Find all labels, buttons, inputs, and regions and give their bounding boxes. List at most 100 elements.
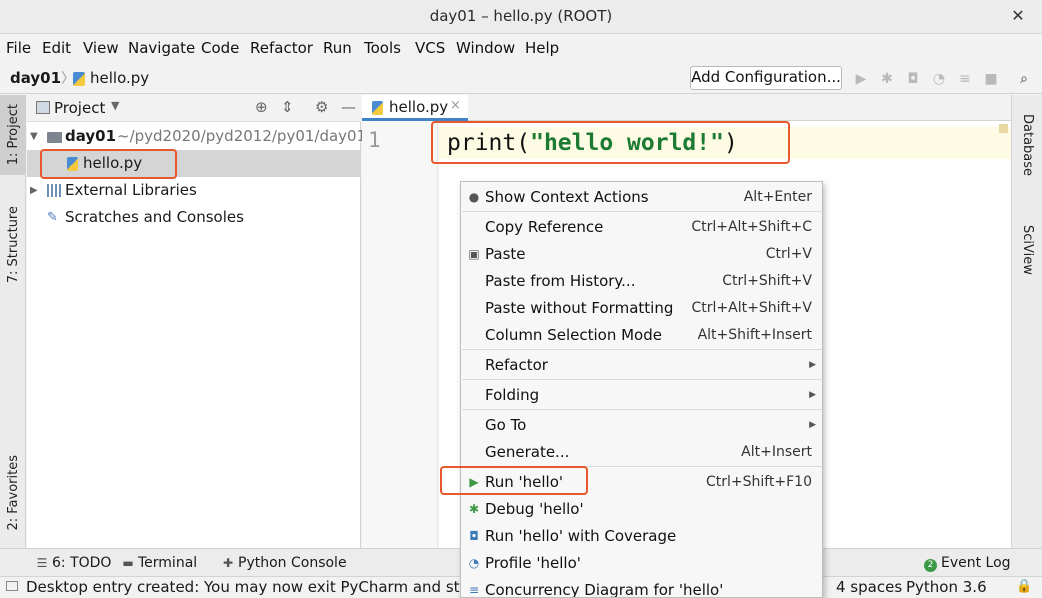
hide-icon[interactable]: — [341,98,356,116]
menu-item-label: Show Context Actions [485,188,649,206]
menu-item-go-to[interactable]: Go To ▶ [461,412,822,439]
breadcrumb-file[interactable]: hello.py [90,69,149,87]
debug-icon: ✱ [468,502,480,516]
todo-tool-button[interactable]: ☰ 6: TODO [36,555,112,571]
editor-gutter: 1 [362,121,438,548]
menu-item-copy-reference[interactable]: Copy Reference Ctrl+Alt+Shift+C [461,214,822,241]
python-interpreter[interactable]: Python 3.6 [906,578,987,596]
menu-window[interactable]: Window [456,39,515,57]
breadcrumb-project[interactable]: day01 [10,69,61,87]
project-panel-header: Project ▼ ⊕ ⇕ ⚙ — [27,95,361,122]
tool-tab-project[interactable]: 1: Project [0,95,26,175]
python-console-tool-button[interactable]: ✚ Python Console [222,555,347,571]
tree-item-external-libraries[interactable]: ▶ External Libraries [27,177,361,204]
inspection-marker[interactable] [999,124,1008,133]
menu-item-label: Profile 'hello' [485,554,581,572]
event-log-tool-button[interactable]: 2 Event Log [924,555,1011,572]
menu-item-concurrency-diagram[interactable]: ≡ Concurrency Diagram for 'hello' [461,577,822,598]
terminal-tool-button[interactable]: ▬ Terminal [122,555,197,571]
menu-item-generate[interactable]: Generate... Alt+Insert [461,439,822,466]
menu-vcs[interactable]: VCS [415,39,445,57]
menu-item-shortcut: Ctrl+Shift+V [722,273,812,289]
lock-icon[interactable]: 🔒 [1016,579,1032,594]
menu-item-paste[interactable]: ▣ Paste Ctrl+V [461,241,822,268]
menu-item-label: Concurrency Diagram for 'hello' [485,581,724,598]
menu-item-profile-hello[interactable]: ◔ Profile 'hello' [461,550,822,577]
collapse-all-icon[interactable]: ⇕ [281,98,294,116]
menu-item-label: Paste without Formatting [485,299,674,317]
chevron-down-icon[interactable]: ▼ [111,99,119,112]
project-view-icon [36,101,50,114]
editor-tab-bar: hello.py × [362,95,1011,121]
highlight-box-run [440,466,588,495]
menu-item-column-selection-mode[interactable]: Column Selection Mode Alt+Shift+Insert [461,322,822,349]
bulb-icon: ● [468,190,480,204]
gear-icon[interactable]: ⚙ [315,98,328,116]
window-title: day01 – hello.py (ROOT) [429,7,613,25]
menu-item-label: Debug 'hello' [485,500,584,518]
menu-item-folding[interactable]: Folding ▶ [461,382,822,409]
root-folder-name: day01 [65,127,117,145]
highlight-box-code [431,121,790,164]
menu-file[interactable]: File [6,39,31,57]
expanded-arrow-icon[interactable]: ▼ [30,123,38,150]
menu-item-refactor[interactable]: Refactor ▶ [461,352,822,379]
collapsed-arrow-icon[interactable]: ▶ [30,177,38,204]
tool-tab-sciview[interactable]: SciView [1012,215,1042,285]
menu-item-label: Go To [485,416,527,434]
menu-code[interactable]: Code [201,39,239,57]
project-panel-title[interactable]: Project [54,99,105,117]
profile-icon[interactable]: ◔ [930,70,948,88]
editor-context-menu: ● Show Context Actions Alt+Enter Copy Re… [460,181,823,598]
menu-item-run-with-coverage[interactable]: ◘ Run 'hello' with Coverage [461,523,822,550]
tree-item-scratches[interactable]: ✎ Scratches and Consoles [27,204,361,231]
scratches-label: Scratches and Consoles [65,208,244,226]
coverage-icon[interactable]: ◘ [904,70,922,88]
menu-item-paste-from-history[interactable]: Paste from History... Ctrl+Shift+V [461,268,822,295]
indent-setting[interactable]: 4 spaces [836,578,902,596]
stop-icon[interactable]: ■ [982,70,1000,88]
menu-edit[interactable]: Edit [42,39,71,57]
menu-item-label: Copy Reference [485,218,604,236]
menu-bar: File Edit View Navigate Code Refactor Ru… [0,34,1042,64]
navigation-bar: day01 〉 hello.py Add Configuration... ▶ … [0,64,1042,94]
python-file-icon [372,101,383,115]
list-icon: ☰ [36,556,48,570]
menu-separator [462,379,822,380]
tab-hello-py[interactable]: hello.py × [362,95,468,121]
menu-item-paste-without-formatting[interactable]: Paste without Formatting Ctrl+Alt+Shift+… [461,295,822,322]
terminal-label: Terminal [138,555,198,571]
concurrency-icon[interactable]: ≡ [956,70,974,88]
submenu-arrow-icon: ▶ [809,390,816,400]
menu-navigate[interactable]: Navigate [128,39,195,57]
menu-view[interactable]: View [83,39,119,57]
tool-tab-database[interactable]: Database [1012,105,1042,185]
tool-tab-structure[interactable]: 7: Structure [0,195,26,295]
tool-tab-favorites[interactable]: 2: Favorites [0,445,26,540]
toggle-tool-windows-icon[interactable] [6,581,18,591]
menu-help[interactable]: Help [525,39,559,57]
close-tab-icon[interactable]: × [450,98,461,113]
run-icon[interactable]: ▶ [852,70,870,88]
event-log-label: Event Log [941,555,1011,571]
tree-item-root[interactable]: ▼ day01 ~/pyd2020/pyd2012/py01/day01 [27,123,366,150]
menu-item-shortcut: Ctrl+Alt+Shift+V [691,300,812,316]
menu-refactor[interactable]: Refactor [250,39,313,57]
menu-item-label: Generate... [485,443,570,461]
search-icon[interactable]: ⌕ [1015,70,1033,88]
python-console-label: Python Console [238,555,347,571]
close-window-button[interactable]: ✕ [1006,4,1030,28]
menu-tools[interactable]: Tools [364,39,401,57]
menu-item-show-context-actions[interactable]: ● Show Context Actions Alt+Enter [461,184,822,211]
locate-icon[interactable]: ⊕ [255,98,268,116]
add-configuration-button[interactable]: Add Configuration... [690,66,842,90]
tool-tab-sciview-label: SciView [1020,225,1035,275]
menu-item-debug-hello[interactable]: ✱ Debug 'hello' [461,496,822,523]
paste-icon: ▣ [468,247,480,261]
tool-tab-favorites-label: 2: Favorites [5,454,21,531]
status-message[interactable]: Desktop entry created: You may now exit … [26,578,471,596]
menu-run[interactable]: Run [323,39,352,57]
terminal-icon: ▬ [122,556,134,570]
python-file-icon [73,72,85,86]
debug-icon[interactable]: ✱ [878,70,896,88]
